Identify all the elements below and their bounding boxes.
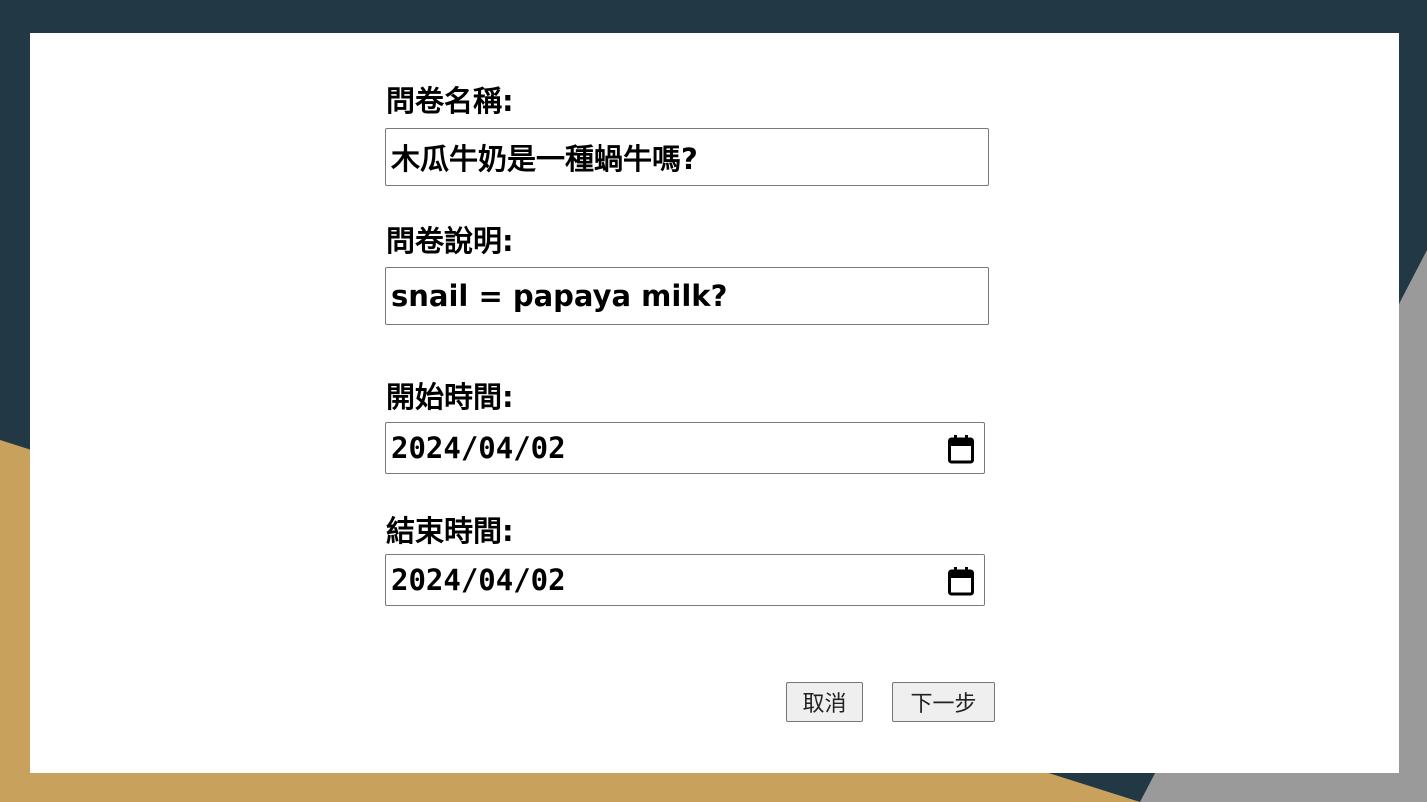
start-time-label: 開始時間:: [386, 380, 514, 414]
survey-form-panel: 問卷名稱: 木瓜牛奶是一種蝸牛嗎? 問卷說明: snail = papaya m…: [30, 33, 1399, 773]
survey-description-field[interactable]: snail = papaya milk?: [385, 267, 989, 325]
next-step-button[interactable]: 下一步: [892, 682, 995, 722]
start-time-value: 2024/04/02: [391, 431, 566, 465]
cancel-button[interactable]: 取消: [786, 682, 863, 722]
start-time-date-input[interactable]: 2024/04/02: [385, 422, 985, 474]
survey-description-label: 問卷說明:: [386, 224, 514, 258]
calendar-icon[interactable]: [947, 434, 975, 464]
end-time-date-input[interactable]: 2024/04/02: [385, 554, 985, 606]
survey-name-field[interactable]: 木瓜牛奶是一種蝸牛嗎?: [385, 128, 989, 186]
calendar-icon[interactable]: [947, 566, 975, 596]
survey-name-label: 問卷名稱:: [386, 84, 514, 118]
end-time-value: 2024/04/02: [391, 563, 566, 597]
end-time-label: 結束時間:: [386, 514, 514, 548]
